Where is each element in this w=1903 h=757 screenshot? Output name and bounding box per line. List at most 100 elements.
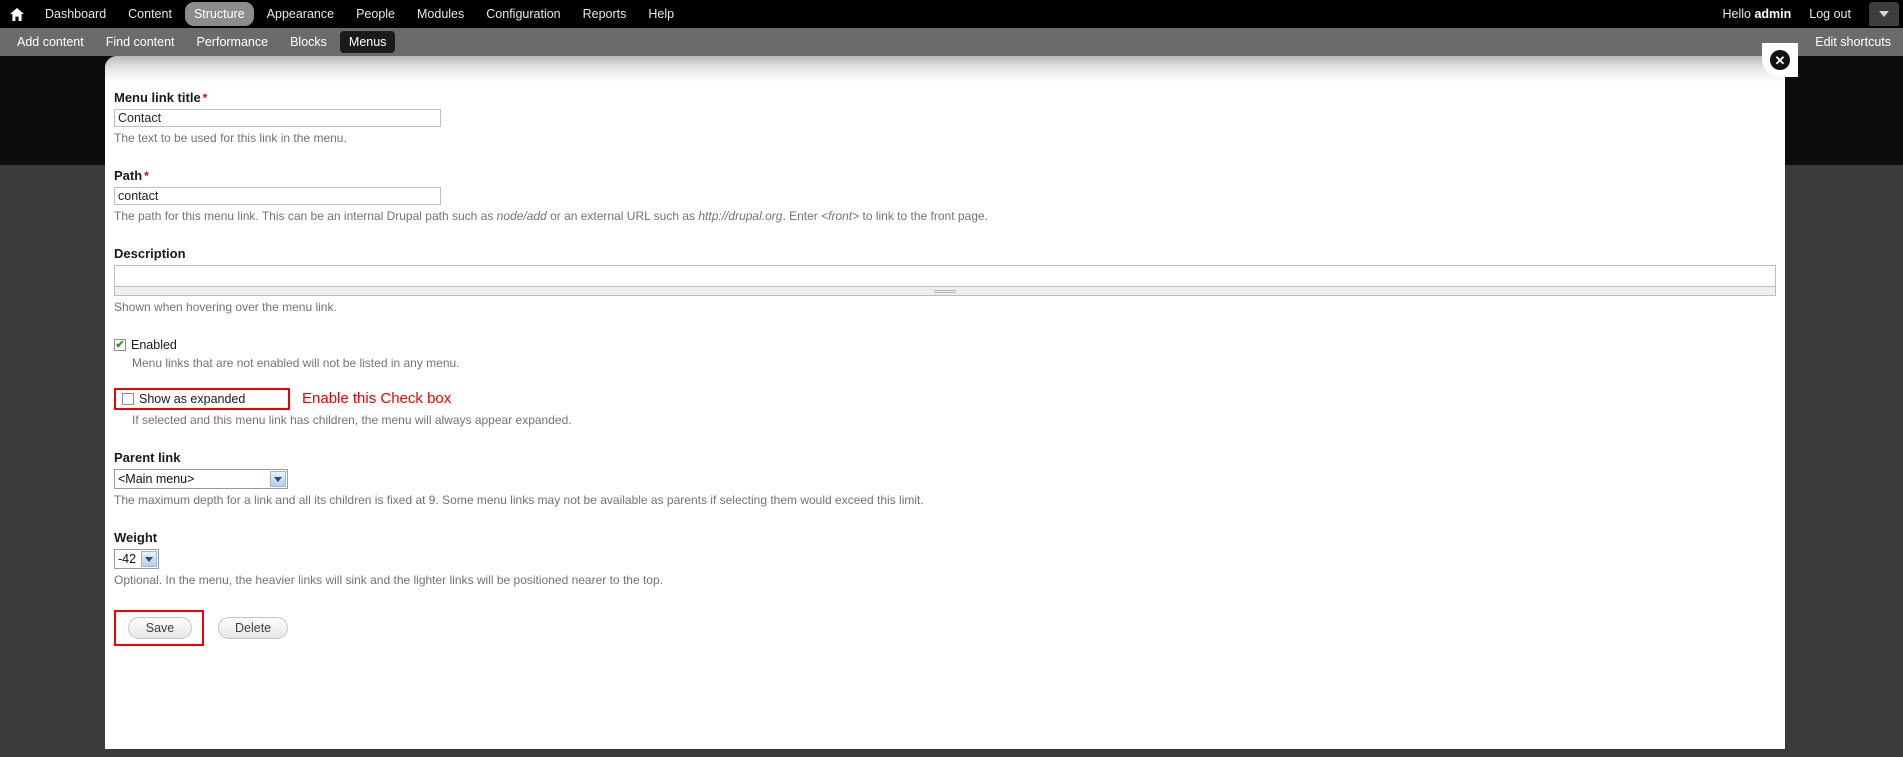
path-desc-part2: or an external URL such as	[546, 209, 699, 223]
path-desc-part4: to link to the front page.	[859, 209, 988, 223]
field-path: Path* The path for this menu link. This …	[114, 168, 1776, 224]
toolbar-item-modules[interactable]: Modules	[408, 2, 473, 26]
toolbar-item-help[interactable]: Help	[639, 2, 683, 26]
save-button-highlight-box: Save	[114, 610, 204, 646]
edit-shortcuts-link[interactable]: Edit shortcuts	[1803, 32, 1903, 52]
chevron-down-icon	[141, 551, 157, 567]
enabled-description: Menu links that are not enabled will not…	[132, 356, 460, 370]
weight-value: -42	[118, 552, 137, 566]
required-marker: *	[144, 169, 149, 183]
parent-link-description: The maximum depth for a link and all its…	[114, 493, 924, 507]
toolbar-user-area: Hello admin Log out	[1715, 0, 1903, 28]
path-label-text: Path	[114, 168, 143, 183]
shortcut-item-add-content[interactable]: Add content	[8, 31, 93, 53]
field-description: Description Shown when hovering over the…	[114, 246, 1776, 315]
breadcrumb: Home» Administration» Structure» Menus» Main…	[114, 65, 428, 79]
close-icon[interactable]: ✕	[1770, 50, 1790, 70]
resize-handle-lines	[934, 289, 956, 293]
field-show-as-expanded: Show as expanded Enable this Check box I…	[114, 388, 1776, 428]
delete-button[interactable]: Delete	[218, 617, 289, 639]
overlay-content: Home» Administration» Structure» Menus» Main…	[105, 56, 1785, 749]
form-actions: Save Delete	[114, 610, 1776, 646]
admin-toolbar: Dashboard Content Structure Appearance P…	[0, 0, 1903, 28]
chevron-down-icon	[270, 471, 286, 487]
description-label: Description	[114, 246, 186, 261]
toolbar-menu: Dashboard Content Structure Appearance P…	[0, 0, 685, 28]
chevron-down-icon	[1879, 11, 1889, 17]
menu-link-edit-form: Menu link title* The text to be used for…	[114, 90, 1776, 646]
toolbar-item-structure[interactable]: Structure	[184, 2, 254, 26]
drawer-right-area: Edit shortcuts	[1803, 33, 1903, 51]
breadcrumb-separator: »	[306, 65, 314, 79]
path-desc-example-front: <front>	[821, 209, 860, 223]
greeting-prefix: Hello	[1722, 7, 1755, 21]
path-input[interactable]	[114, 187, 441, 205]
path-desc-part3: . Enter	[782, 209, 822, 223]
parent-link-select[interactable]: <Main menu>	[114, 469, 288, 489]
show-as-expanded-label: Show as expanded	[139, 392, 246, 406]
home-icon[interactable]	[0, 0, 34, 28]
field-parent-link: Parent link <Main menu> The maximum dept…	[114, 450, 1776, 508]
required-marker: *	[202, 91, 208, 105]
show-as-expanded-description: If selected and this menu link has child…	[132, 413, 572, 427]
weight-description: Optional. In the menu, the heavier links…	[114, 573, 663, 587]
toolbar-item-content[interactable]: Content	[119, 2, 181, 26]
breadcrumb-item-main-menu[interactable]: Main menu	[367, 65, 429, 79]
field-enabled: ✔ Enabled Menu links that are not enable…	[114, 337, 1776, 371]
path-desc-example-external: http://drupal.org	[698, 209, 783, 223]
shortcut-item-performance[interactable]: Performance	[188, 31, 278, 53]
parent-link-value: <Main menu>	[118, 472, 195, 486]
enabled-checkbox[interactable]: ✔	[114, 339, 126, 351]
path-desc-example-internal: node/add	[496, 209, 547, 223]
check-icon: ✔	[115, 339, 125, 351]
shortcut-item-find-content[interactable]: Find content	[97, 31, 184, 53]
description-textarea[interactable]	[114, 265, 1776, 287]
enabled-checkbox-row[interactable]: ✔ Enabled	[114, 337, 1776, 353]
show-as-expanded-checkbox[interactable]	[122, 393, 134, 405]
menu-link-title-label: Menu link title *	[114, 90, 1776, 106]
user-name[interactable]: admin	[1754, 7, 1791, 21]
breadcrumb-item-administration[interactable]: Administration	[160, 65, 239, 79]
toolbar-item-dashboard[interactable]: Dashboard	[36, 2, 115, 26]
show-as-expanded-row: Show as expanded Enable this Check box	[114, 388, 1776, 410]
path-desc-part1: The path for this menu link. This can be…	[114, 209, 497, 223]
shortcut-drawer: Add content Find content Performance Blo…	[0, 28, 1903, 56]
parent-link-label: Parent link	[114, 450, 181, 465]
menu-link-title-label-text: Menu link title	[114, 90, 201, 105]
enabled-label: Enabled	[131, 338, 177, 352]
show-as-expanded-highlight-box[interactable]: Show as expanded	[114, 388, 290, 410]
toolbar-item-people[interactable]: People	[347, 2, 404, 26]
weight-label: Weight	[114, 530, 158, 545]
toolbar-item-appearance[interactable]: Appearance	[258, 2, 343, 26]
breadcrumb-separator: »	[150, 65, 158, 79]
field-weight: Weight -42 Optional. In the menu, the he…	[114, 530, 1776, 588]
path-label: Path *	[114, 168, 1776, 184]
modal-overlay: Home» Administration» Structure» Menus» Main…	[105, 56, 1785, 749]
resize-handle[interactable]	[114, 287, 1776, 296]
shortcut-item-blocks[interactable]: Blocks	[281, 31, 336, 53]
breadcrumb-item-home[interactable]: Home	[114, 65, 147, 79]
menu-link-title-input[interactable]	[114, 109, 441, 127]
breadcrumb-separator: »	[356, 65, 364, 79]
breadcrumb-item-structure[interactable]: Structure	[252, 65, 303, 79]
toolbar-item-reports[interactable]: Reports	[574, 2, 636, 26]
toolbar-item-configuration[interactable]: Configuration	[477, 2, 569, 26]
shortcut-drawer-toggle[interactable]	[1869, 2, 1899, 26]
user-greeting: Hello admin	[1715, 3, 1800, 25]
description-help: Shown when hovering over the menu link.	[114, 300, 337, 314]
weight-select[interactable]: -42	[114, 549, 159, 569]
annotation-enable-checkbox: Enable this Check box	[302, 390, 452, 407]
logout-link[interactable]: Log out	[1799, 3, 1861, 25]
shortcut-item-menus[interactable]: Menus	[339, 31, 396, 53]
breadcrumb-item-menus[interactable]: Menus	[316, 65, 354, 79]
save-button[interactable]: Save	[128, 617, 192, 639]
breadcrumb-separator: »	[242, 65, 250, 79]
field-menu-link-title: Menu link title* The text to be used for…	[114, 90, 1776, 146]
